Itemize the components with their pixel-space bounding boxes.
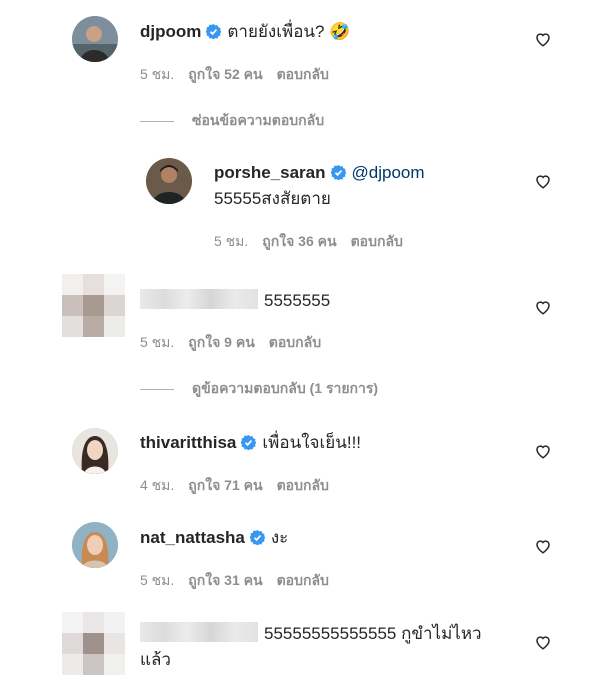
divider — [140, 388, 174, 390]
comment-body: djpoom ตายยังเพื่อน? 🤣 — [140, 21, 350, 43]
reply-button[interactable]: ตอบกลับ — [277, 572, 329, 588]
avatar[interactable] — [72, 522, 118, 568]
timestamp: 5 ชม. — [140, 334, 175, 350]
comment-body: 5555555 — [140, 289, 330, 312]
heart-outline-icon[interactable] — [534, 633, 552, 651]
heart-outline-icon[interactable] — [534, 298, 552, 316]
heart-outline-icon[interactable] — [534, 537, 552, 555]
heart-outline-icon[interactable] — [534, 442, 552, 460]
username[interactable]: djpoom — [140, 22, 201, 41]
like-count[interactable]: ถูกใจ 71 คน — [188, 477, 262, 493]
comment-meta: 5 ชม. ถูกใจ 52 คน ตอบกลับ — [140, 64, 343, 86]
comment-text: เพื่อนใจเย็น!!! — [262, 433, 362, 452]
username[interactable]: thivaritthisa — [140, 433, 236, 452]
blurred-username[interactable] — [140, 289, 258, 309]
comment-body: thivaritthisa เพื่อนใจเย็น!!! — [140, 432, 361, 454]
reply-button[interactable]: ตอบกลับ — [277, 477, 329, 493]
like-count[interactable]: ถูกใจ 9 คน — [188, 334, 255, 350]
timestamp: 5 ชม. — [140, 572, 175, 588]
verified-badge-icon — [206, 24, 222, 39]
verified-badge-icon — [330, 165, 346, 180]
avatar[interactable] — [62, 274, 125, 337]
comment-text: 55555สงสัยตาย — [214, 189, 331, 208]
divider — [140, 120, 174, 122]
hide-replies-button[interactable]: ซ่อนข้อความตอบกลับ — [140, 110, 324, 132]
timestamp: 5 ชม. — [140, 66, 175, 82]
reply-button[interactable]: ตอบกลับ — [351, 233, 403, 249]
timestamp: 5 ชม. — [214, 233, 249, 249]
view-replies-button[interactable]: ดูข้อความตอบกลับ (1 รายการ) — [140, 378, 378, 400]
heart-outline-icon[interactable] — [534, 172, 552, 190]
comment-meta: 5 ชม. ถูกใจ 9 คน ตอบกลับ — [140, 332, 335, 354]
reply-button[interactable]: ตอบกลับ — [277, 66, 329, 82]
mention-link[interactable]: @djpoom — [352, 163, 425, 182]
timestamp: 4 ชม. — [140, 477, 175, 493]
avatar[interactable] — [72, 428, 118, 474]
username[interactable]: porshe_saran — [214, 163, 326, 182]
comment-meta: 4 ชม. ถูกใจ 71 คน ตอบกลับ — [140, 475, 343, 497]
view-replies-label: ดูข้อความตอบกลับ (1 รายการ) — [192, 380, 379, 396]
comment-text-line-2: แล้ว — [140, 650, 171, 669]
like-count[interactable]: ถูกใจ 52 คน — [188, 66, 262, 82]
verified-badge-icon — [249, 530, 265, 545]
heart-outline-icon[interactable] — [534, 30, 552, 48]
like-count[interactable]: ถูกใจ 31 คน — [188, 572, 262, 588]
comment-text: งะ — [270, 528, 289, 547]
comment-body: nat_nattasha งะ — [140, 527, 288, 549]
hide-replies-label: ซ่อนข้อความตอบกลับ — [192, 112, 325, 128]
comment-meta: 5 ชม. ถูกใจ 31 คน ตอบกลับ — [140, 570, 343, 592]
avatar[interactable] — [146, 158, 192, 204]
comment-body: porshe_saran @djpoom — [214, 162, 425, 184]
username[interactable]: nat_nattasha — [140, 528, 245, 547]
comment-text: 5555555 — [264, 291, 331, 310]
like-count[interactable]: ถูกใจ 36 คน — [262, 233, 336, 249]
verified-badge-icon — [241, 435, 257, 450]
comment-text: ตายยังเพื่อน? 🤣 — [227, 22, 351, 41]
comment-body: 55555555555555 กูขำไม่ไหว แล้ว — [140, 621, 482, 673]
comment-text-line-1: 55555555555555 กูขำไม่ไหว — [264, 624, 482, 643]
comment-meta: 5 ชม. ถูกใจ 36 คน ตอบกลับ — [214, 231, 417, 253]
blurred-username[interactable] — [140, 622, 258, 642]
avatar[interactable] — [62, 612, 125, 675]
avatar[interactable] — [72, 16, 118, 62]
reply-button[interactable]: ตอบกลับ — [269, 334, 321, 350]
